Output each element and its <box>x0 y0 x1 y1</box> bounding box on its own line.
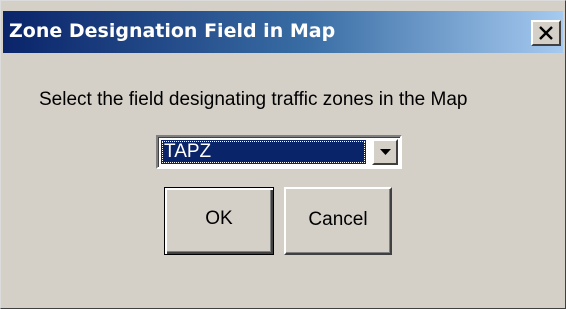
field-prompt-label: Select the field designating traffic zon… <box>39 89 468 110</box>
close-button[interactable] <box>531 20 561 46</box>
dialog-window: Zone Designation Field in Map Select the… <box>0 0 566 309</box>
close-icon <box>539 26 553 40</box>
zone-field-selected-value[interactable]: TAPZ <box>161 140 366 164</box>
zone-field-dropdown[interactable]: TAPZ <box>156 135 402 169</box>
ok-button[interactable]: OK <box>164 187 274 255</box>
dialog-title: Zone Designation Field in Map <box>9 20 336 42</box>
cancel-button[interactable]: Cancel <box>284 187 392 255</box>
dropdown-arrow-button[interactable] <box>372 139 398 165</box>
chevron-down-icon <box>380 149 391 155</box>
title-bar[interactable]: Zone Designation Field in Map <box>3 11 563 53</box>
